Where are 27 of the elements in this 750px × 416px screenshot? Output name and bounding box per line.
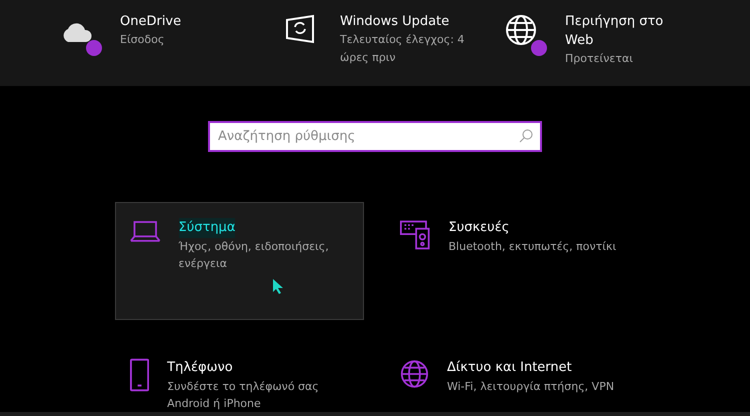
category-title: Δίκτυο και Internet bbox=[446, 359, 572, 377]
item-subtitle: Είσοδος bbox=[120, 32, 166, 48]
item-title[interactable]: Περιήγηση στο Web bbox=[565, 12, 690, 50]
globe-icon bbox=[505, 14, 537, 46]
item-title[interactable]: OneDrive bbox=[120, 12, 245, 31]
search-field[interactable]: Αναζήτηση ρύθμισης bbox=[208, 121, 542, 152]
category-subtitle: Bluetooth, εκτυπωτές, ποντίκι bbox=[448, 239, 618, 255]
keyboard-speaker-icon bbox=[400, 218, 431, 252]
phone-icon bbox=[130, 358, 150, 392]
category-title: Συσκευές bbox=[448, 219, 510, 237]
category-subtitle: Ήχος, οθόνη, ειδοποιήσεις, ενέργεια bbox=[178, 239, 330, 272]
item-title[interactable]: Windows Update bbox=[340, 12, 465, 31]
update-icon bbox=[285, 14, 315, 44]
category-title: Σύστημα bbox=[178, 218, 236, 238]
item-subtitle: Τελευταίος έλεγχος: 4 ώρες πριν bbox=[340, 32, 465, 66]
item-subtitle: Προτείνεται bbox=[565, 51, 634, 67]
laptop-icon bbox=[130, 218, 161, 244]
category-tile[interactable]: Τηλέφωνο Συνδέστε το τηλέφωνό σας Android ή iPhone bbox=[115, 342, 364, 416]
category-subtitle: Wi-Fi, λειτουργία πτήσης, VPN bbox=[446, 379, 616, 395]
category-tile[interactable]: Σύστημα Ήχος, οθόνη, ειδοποιήσεις, ενέργεια bbox=[115, 202, 364, 320]
search-icon bbox=[519, 129, 533, 143]
category-subtitle: Συνδέστε το τηλέφωνό σας Android ή iPhone bbox=[167, 379, 320, 412]
mouse-pointer-icon bbox=[272, 278, 284, 294]
category-tile[interactable]: Συσκευές Bluetooth, εκτυπωτές, ποντίκι bbox=[385, 202, 634, 320]
category-title: Τηλέφωνο bbox=[167, 359, 233, 377]
globe-icon bbox=[400, 358, 429, 390]
category-tile[interactable]: Δίκτυο και Internet Wi-Fi, λειτουργία πτήσης, VPN bbox=[385, 342, 634, 416]
